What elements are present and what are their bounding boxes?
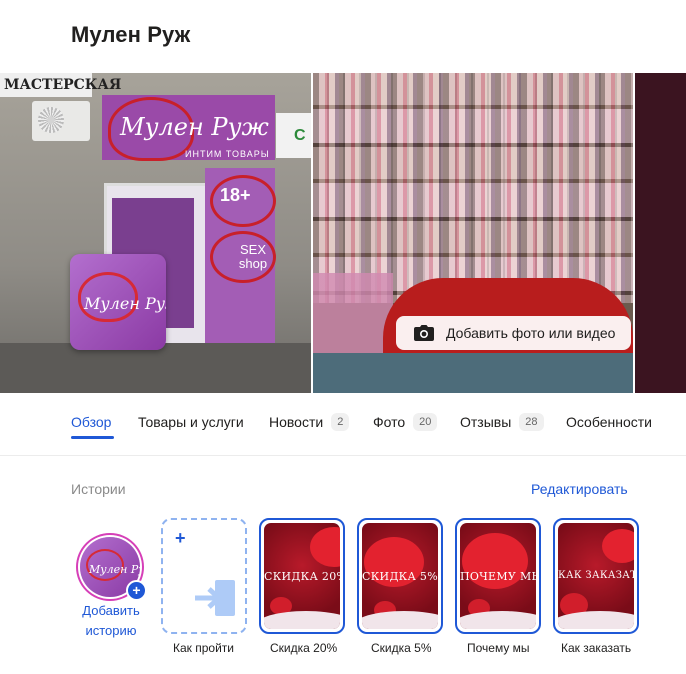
- tab-label: Товары и услуги: [138, 414, 244, 430]
- heart-icon: [310, 527, 340, 567]
- tab-label: Обзор: [71, 414, 112, 430]
- age-limit-sign: 18+: [220, 185, 251, 205]
- add-photo-label: Добавить фото или видео: [446, 325, 616, 341]
- facade-shop-name: Мулен Руж: [120, 113, 269, 141]
- tab-reviews[interactable]: Отзывы 28: [460, 411, 544, 433]
- tab-news[interactable]: Новости 2: [269, 411, 350, 433]
- tab-label: Отзывы: [460, 414, 512, 430]
- story-label: Скидка 20%: [270, 641, 338, 655]
- business-title: Мулен Руж: [71, 22, 191, 47]
- story-label: Скидка 5%: [371, 641, 432, 655]
- story-card[interactable]: ПОЧЕМУ МЫ: [455, 518, 541, 634]
- tab-count-badge: 2: [331, 413, 350, 431]
- active-tab-indicator: [71, 436, 114, 439]
- heart-icon: [602, 529, 634, 563]
- edit-stories-link[interactable]: Редактировать: [531, 481, 628, 497]
- story-card-overlay: СКИДКА 20%: [264, 570, 340, 583]
- tab-count-badge: 28: [519, 413, 544, 431]
- neighbor-sign: МАСТЕРСКАЯ: [0, 73, 121, 97]
- business-logo[interactable]: Мулен Руж: [70, 254, 166, 350]
- story-label: Как заказать: [561, 641, 632, 655]
- tab-photos[interactable]: Фото 20: [373, 411, 438, 433]
- shelf-items: [313, 73, 633, 303]
- air-conditioner: [32, 101, 90, 141]
- story-card-overlay: КАК ЗАКАЗАТЬ: [558, 570, 634, 581]
- tab-label: Особенности: [566, 414, 652, 430]
- counter: [313, 353, 633, 393]
- story-how-to-get[interactable]: +: [161, 518, 247, 634]
- tab-overview[interactable]: Обзор: [71, 411, 111, 433]
- add-story-link[interactable]: Добавить историю: [71, 601, 151, 641]
- tab-count-badge: 20: [413, 413, 438, 431]
- story-label: Почему мы: [467, 641, 530, 655]
- stories-heading: Истории: [71, 481, 126, 497]
- avatar-text: Мулен Руж: [89, 563, 140, 576]
- camera-icon: [414, 325, 434, 341]
- facade-subtitle: ИНТИМ ТОВАРЫ: [185, 149, 270, 159]
- plus-icon: +: [175, 528, 186, 548]
- tab-label: Фото: [373, 414, 406, 430]
- logo-text: Мулен Руж: [84, 294, 166, 313]
- enter-door-icon: [195, 580, 235, 616]
- divider: [0, 455, 686, 456]
- sexshop-sign: SEX shop: [238, 242, 268, 271]
- tab-features[interactable]: Особенности: [566, 411, 652, 433]
- tab-goods-services[interactable]: Товары и услуги: [138, 411, 244, 433]
- story-card[interactable]: СКИДКА 5%: [357, 518, 443, 634]
- plus-icon[interactable]: +: [126, 580, 147, 601]
- ground: [0, 343, 311, 393]
- story-card-overlay: СКИДКА 5%: [362, 570, 438, 583]
- tab-label: Новости: [269, 414, 324, 430]
- story-card-overlay: ПОЧЕМУ МЫ: [460, 570, 536, 583]
- green-sign: С: [276, 113, 311, 158]
- add-photo-button[interactable]: Добавить фото или видео: [396, 316, 631, 350]
- story-card[interactable]: СКИДКА 20%: [259, 518, 345, 634]
- gallery-photo-next[interactable]: [635, 73, 686, 393]
- story-card[interactable]: КАК ЗАКАЗАТЬ: [553, 518, 639, 634]
- story-label: Как пройти: [173, 641, 234, 655]
